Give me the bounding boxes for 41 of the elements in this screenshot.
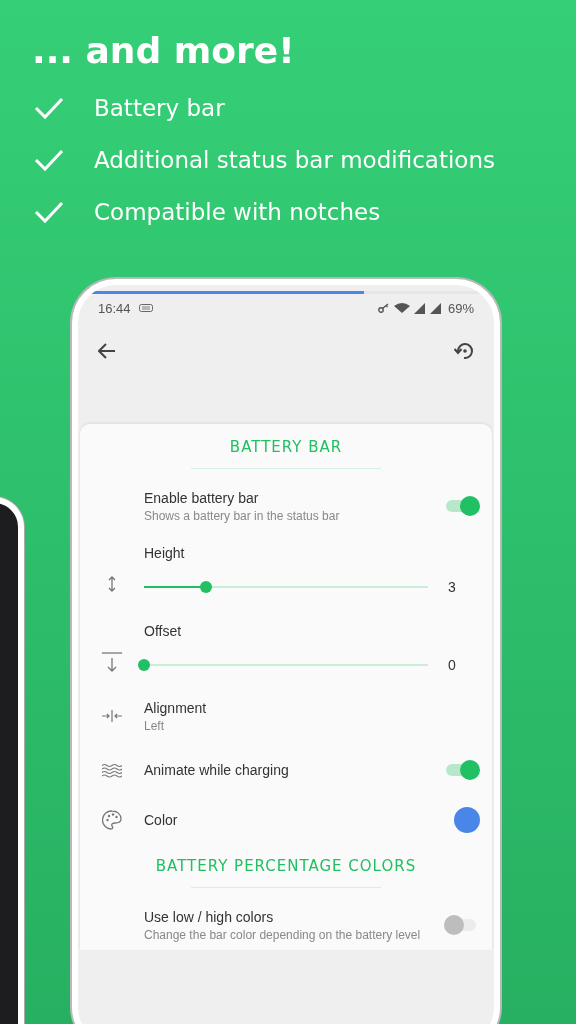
wifi-icon [393,303,410,313]
setting-title: Enable battery bar [144,489,260,506]
section-title: BATTERY PERCENTAGE COLORS [154,857,418,875]
feature-text: Battery bar [94,94,225,121]
toggle-switch[interactable] [444,495,478,517]
check-icon [34,95,64,120]
back-icon[interactable] [98,343,116,359]
key-icon [377,303,390,313]
check-icon [34,199,64,224]
feature-text: Additional status bar modifications [94,146,495,173]
slider-thumb[interactable] [200,581,213,593]
setting-summary: Shows a battery bar in the status bar [144,508,341,523]
restore-icon[interactable] [454,341,474,361]
setting-summary: Change the bar color depending on the battery level [144,927,422,942]
keyboard-icon [138,304,153,312]
headline: ... and more! [31,29,296,73]
toggle-switch[interactable] [444,759,478,781]
battery-percent: 69% [447,300,474,316]
feature-text: Compatible with notches [94,198,381,225]
setting-summary: Left [144,718,165,733]
arrow-down-line-icon [102,652,122,672]
setting-title: Offset [144,623,183,639]
check-icon [34,147,64,172]
setting-title: Animate while charging [144,762,290,778]
signal-icon [413,302,426,314]
signal-icon [429,302,442,314]
vertical-arrows-icon [108,576,116,592]
setting-title: Color [144,812,179,828]
toggle-switch[interactable] [444,914,478,936]
palette-icon [102,810,122,830]
waves-icon [102,762,122,778]
slider-value: 0 [448,657,457,673]
slider-value: 3 [448,579,457,595]
setting-title: Alignment [144,699,208,716]
setting-title: Use low / high colors [144,908,275,925]
section-title: BATTERY BAR [228,438,344,456]
status-time: 16:44 [98,300,131,316]
setting-title: Height [144,545,186,561]
arrows-inward-icon [101,710,123,722]
color-swatch[interactable] [454,807,480,833]
slider-thumb[interactable] [138,659,150,671]
